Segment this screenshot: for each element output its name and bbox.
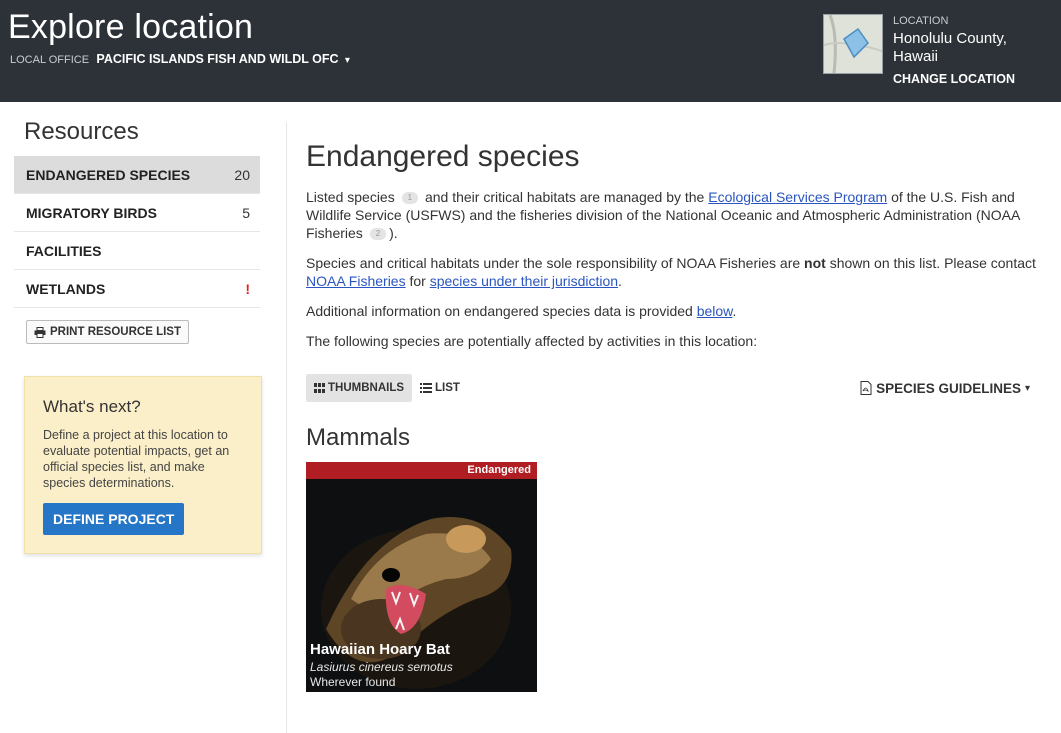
- change-location-link[interactable]: CHANGE LOCATION: [893, 70, 1015, 88]
- list-icon: [420, 383, 433, 393]
- text: shown on this list. Please contact: [829, 255, 1036, 271]
- location-name-line2: Hawaii: [893, 48, 939, 65]
- location-label: LOCATION: [893, 15, 949, 27]
- text: Additional information on endangered spe…: [306, 303, 693, 319]
- location-name-line1: Honolulu County,: [893, 30, 1007, 47]
- text: ).: [389, 225, 398, 241]
- main-content: Endangered species Listed species 1 and …: [306, 140, 1046, 692]
- species-scientific-name: Lasiurus cinereus semotus: [310, 660, 453, 674]
- sidebar-item-migratory-birds[interactable]: MIGRATORY BIRDS 5: [14, 194, 260, 232]
- text: Listed species: [306, 189, 395, 205]
- local-office-dropdown[interactable]: PACIFIC ISLANDS FISH AND WILDL OFC: [96, 52, 338, 66]
- sidebar-title: Resources: [24, 118, 139, 145]
- species-common-name: Hawaiian Hoary Bat: [310, 641, 451, 658]
- sidebar-item-count: 20: [234, 166, 250, 183]
- species-card[interactable]: Endangered Hawaiian Hoary Bat Lasiurus c…: [306, 462, 537, 692]
- local-office[interactable]: Local office PACIFIC ISLANDS FISH AND WI…: [10, 52, 350, 66]
- caret-down-icon[interactable]: ▾: [345, 55, 350, 66]
- whats-next-title: What's next?: [43, 397, 141, 416]
- printer-icon: [34, 326, 46, 338]
- group-title-mammals: Mammals: [306, 424, 411, 451]
- local-office-label: Local office: [10, 54, 90, 66]
- species-guidelines-label: SPECIES GUIDELINES: [876, 380, 1021, 396]
- caret-down-icon: ▾: [1024, 382, 1030, 394]
- below-link[interactable]: below: [697, 303, 733, 319]
- text: for: [409, 273, 426, 289]
- ecological-services-link[interactable]: Ecological Services Program: [708, 189, 887, 205]
- species-range: Wherever found: [310, 675, 396, 689]
- thumbnails-label: THUMBNAILS: [328, 382, 405, 394]
- grid-icon: [314, 383, 325, 393]
- sidebar-item-label: FACILITIES: [26, 242, 102, 259]
- define-project-button[interactable]: DEFINE PROJECT: [43, 503, 185, 535]
- top-header: Explore location Local office PACIFIC IS…: [0, 0, 1061, 102]
- sidebar: Resources ENDANGERED SPECIES 20 MIGRATOR…: [14, 118, 274, 554]
- print-resource-list-button[interactable]: PRINT RESOURCE LIST: [26, 320, 189, 344]
- view-toolbar: THUMBNAILS LIST SPECIES GUIDELINES ▾: [306, 374, 1046, 402]
- species-guidelines-dropdown[interactable]: SPECIES GUIDELINES ▾: [860, 381, 1030, 396]
- sidebar-item-label: ENDANGERED SPECIES: [26, 166, 191, 183]
- thumbnails-view-button[interactable]: THUMBNAILS: [306, 374, 413, 402]
- text: .: [732, 303, 737, 319]
- intro-paragraph: Listed species 1 and their critical habi…: [306, 188, 1046, 242]
- whats-next-text: Define a project at this location to eva…: [43, 428, 230, 490]
- sidebar-item-label: MIGRATORY BIRDS: [26, 204, 157, 221]
- text: and their critical habitats are managed …: [424, 189, 705, 205]
- alert-icon: !: [245, 280, 250, 297]
- emphasis-text: not: [804, 255, 826, 271]
- page-title: Explore location: [8, 8, 254, 46]
- whats-next-panel: What's next? Define a project at this lo…: [24, 376, 262, 554]
- text: Species and critical habitats under the …: [306, 255, 801, 271]
- status-badge: Endangered: [306, 462, 537, 479]
- noaa-fisheries-link[interactable]: NOAA Fisheries: [306, 273, 406, 289]
- additional-info-paragraph: Additional information on endangered spe…: [306, 302, 1046, 320]
- column-divider: [286, 122, 287, 733]
- resource-list: ENDANGERED SPECIES 20 MIGRATORY BIRDS 5 …: [14, 156, 274, 308]
- location-info: LOCATION Honolulu County, Hawaii CHANGE …: [893, 12, 1015, 88]
- sidebar-item-facilities[interactable]: FACILITIES: [14, 232, 260, 270]
- affected-species-paragraph: The following species are potentially af…: [306, 333, 758, 349]
- list-view-button[interactable]: LIST: [412, 374, 468, 402]
- sidebar-item-endangered-species[interactable]: ENDANGERED SPECIES 20: [14, 156, 260, 194]
- species-jurisdiction-link[interactable]: species under their jurisdiction: [430, 273, 618, 289]
- view-toggle: THUMBNAILS LIST: [306, 374, 468, 402]
- text: .: [618, 273, 622, 289]
- species-caption: Hawaiian Hoary Bat Lasiurus cinereus sem…: [310, 641, 453, 689]
- sidebar-item-label: WETLANDS: [26, 280, 106, 297]
- sidebar-item-wetlands[interactable]: WETLANDS !: [14, 270, 260, 308]
- pdf-icon: [860, 381, 872, 395]
- map-thumbnail-icon[interactable]: [823, 14, 883, 74]
- noaa-paragraph: Species and critical habitats under the …: [306, 254, 1046, 290]
- footnote-badge[interactable]: 2: [369, 228, 387, 241]
- sidebar-item-count: 5: [242, 204, 250, 221]
- section-title: Endangered species: [306, 140, 580, 173]
- list-label: LIST: [435, 382, 460, 394]
- footnote-badge[interactable]: 1: [401, 192, 419, 205]
- print-resource-list-label: PRINT RESOURCE LIST: [50, 326, 181, 338]
